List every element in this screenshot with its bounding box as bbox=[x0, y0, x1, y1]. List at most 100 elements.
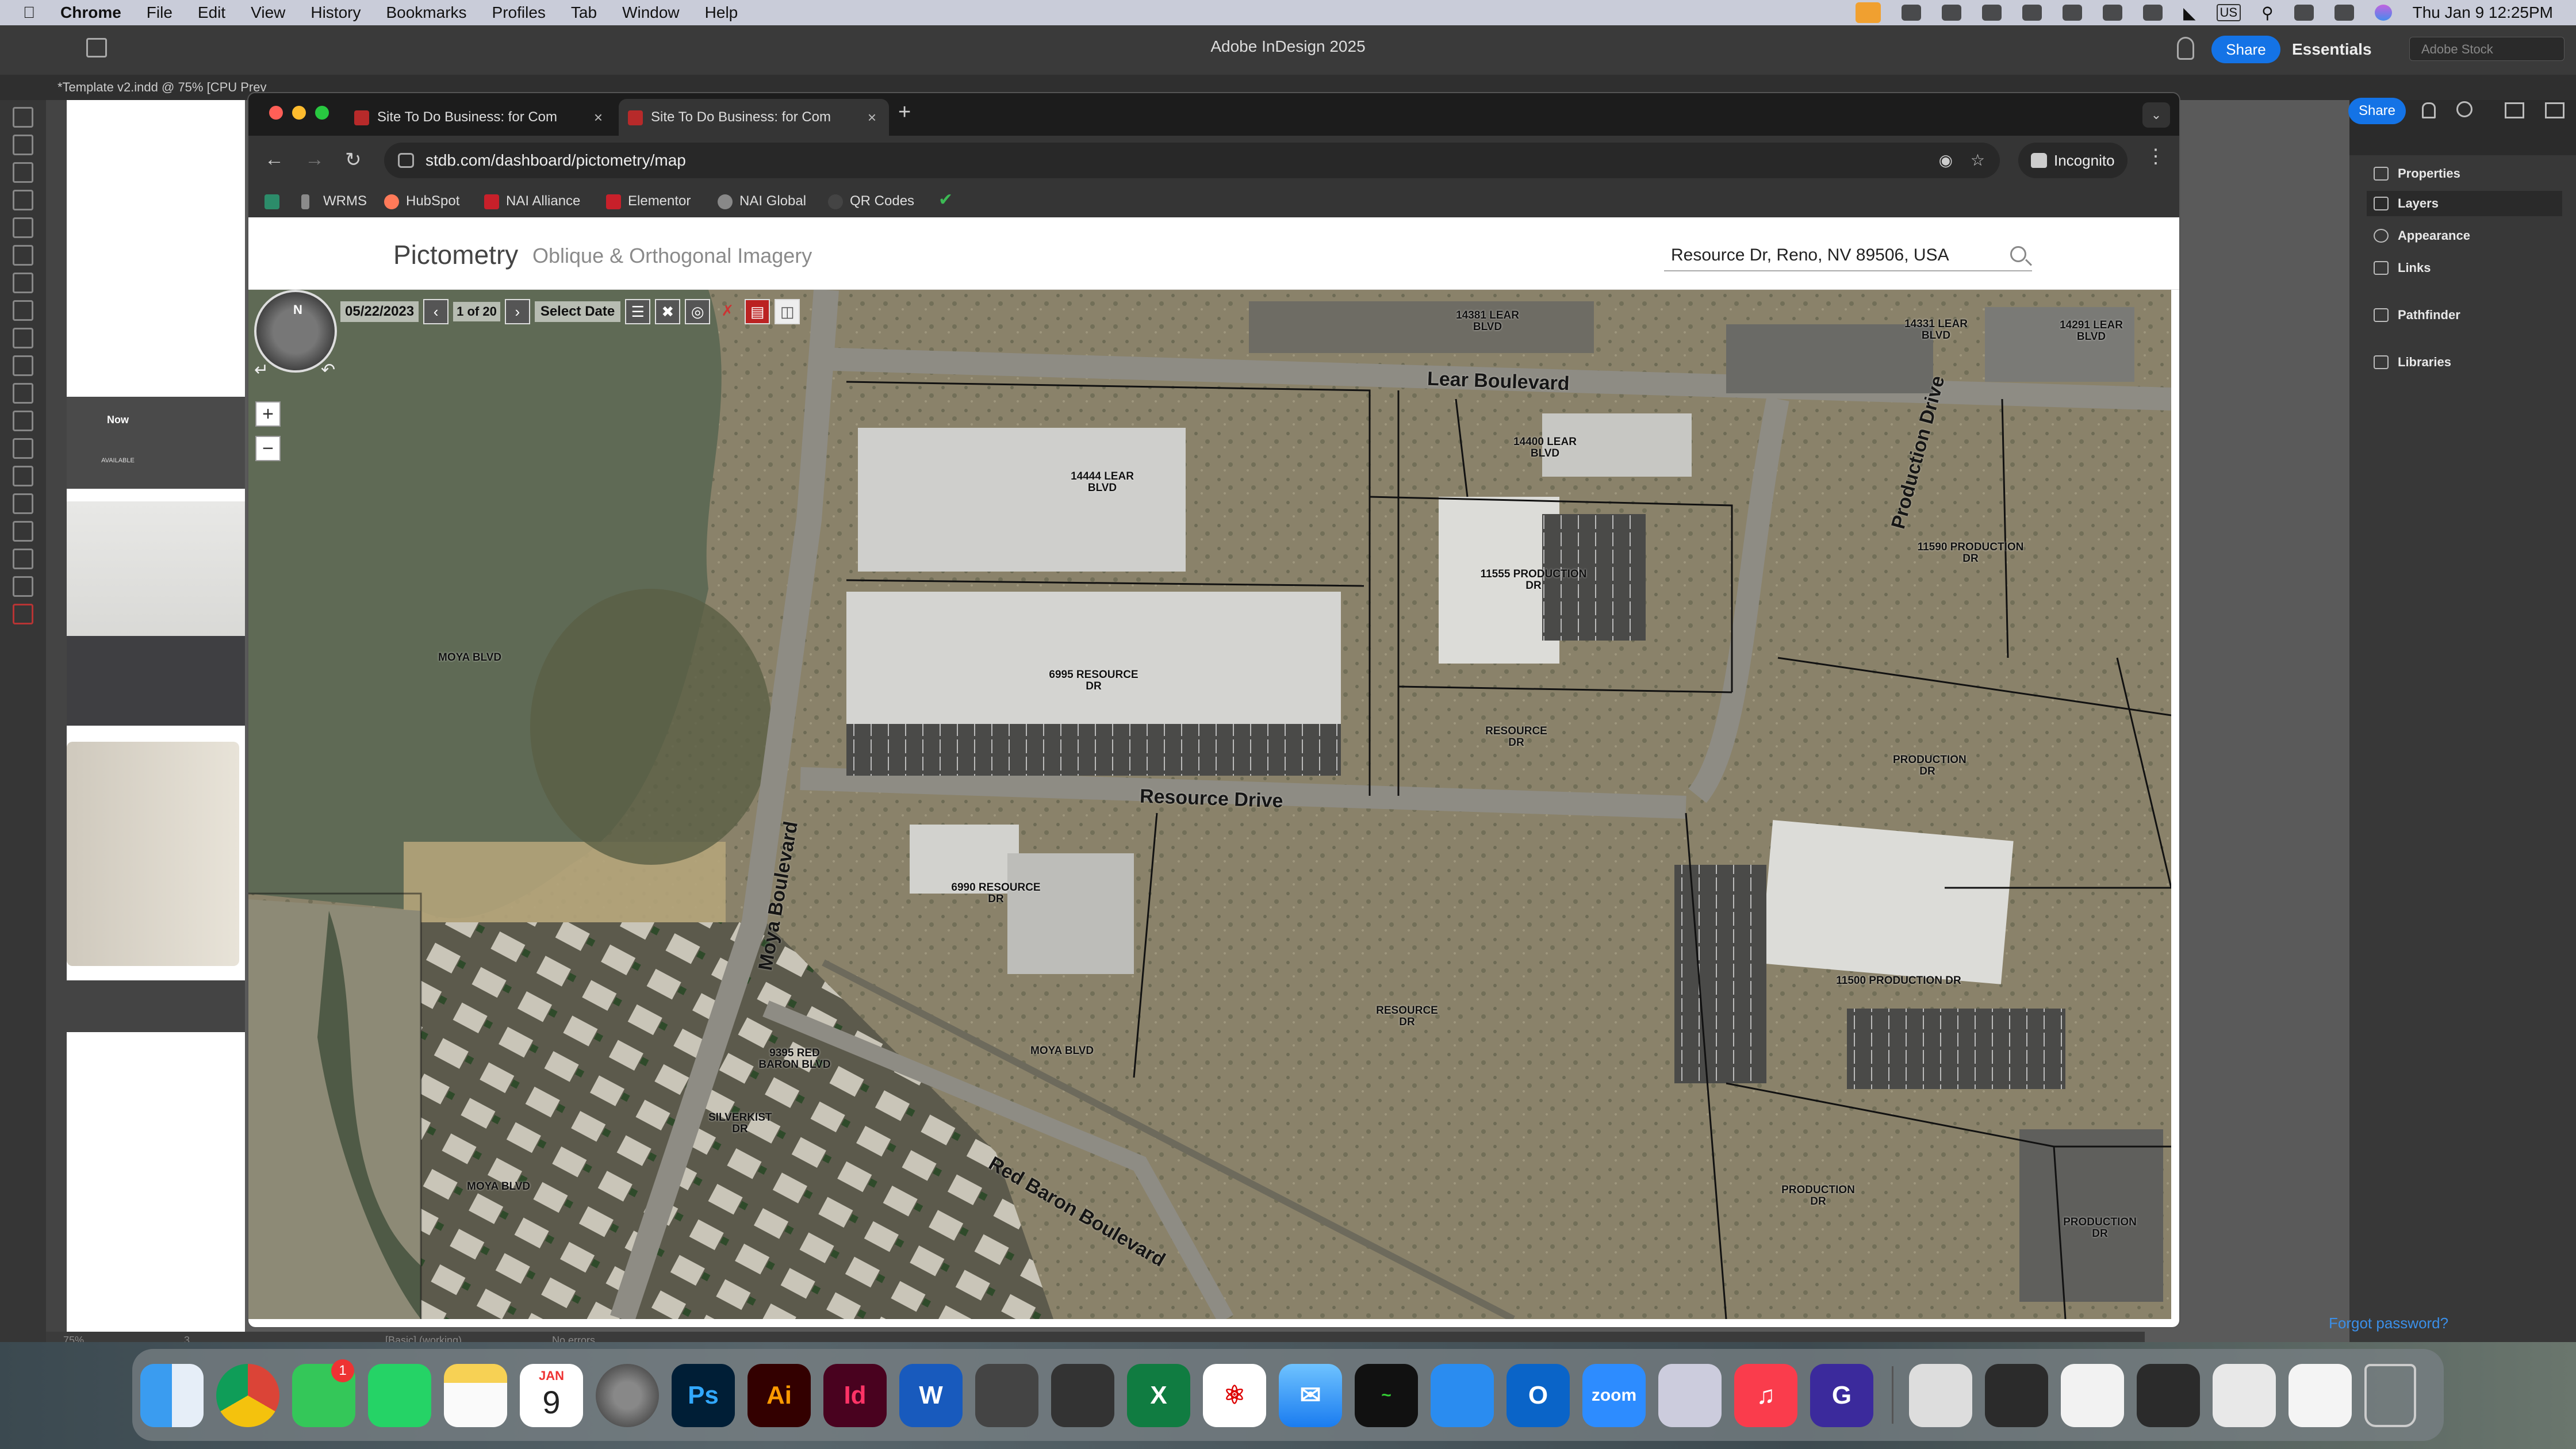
windows-icon[interactable] bbox=[2103, 5, 2122, 21]
select-date-dropdown[interactable]: Select Date bbox=[534, 301, 621, 322]
pencil-tool-icon[interactable] bbox=[13, 328, 33, 348]
menu-profiles[interactable]: Profiles bbox=[492, 3, 546, 22]
new-tab-button[interactable]: + bbox=[898, 100, 911, 125]
play-icon[interactable] bbox=[2294, 5, 2314, 21]
pdf-export-icon[interactable]: ▤ bbox=[745, 299, 770, 324]
compass-control[interactable]: N ↵ ↶ bbox=[254, 290, 337, 379]
panel-share-button[interactable]: Share bbox=[2348, 98, 2406, 124]
forward-button[interactable]: → bbox=[305, 148, 324, 171]
panel-search-icon[interactable] bbox=[2456, 101, 2472, 117]
lightbulb-icon[interactable] bbox=[2177, 37, 2194, 60]
menu-edit[interactable]: Edit bbox=[198, 3, 225, 22]
screen-mirror-icon[interactable] bbox=[2143, 5, 2163, 21]
docs-icon[interactable] bbox=[1431, 1364, 1494, 1427]
site-info-icon[interactable] bbox=[398, 153, 414, 168]
control-center-icon[interactable] bbox=[2334, 5, 2354, 21]
note-tool-icon[interactable] bbox=[13, 493, 33, 514]
drive-icon[interactable] bbox=[2063, 5, 2082, 21]
workspace-switcher[interactable]: Essentials bbox=[2292, 36, 2390, 63]
selection-tool-icon[interactable] bbox=[13, 107, 33, 128]
type-tool-icon[interactable] bbox=[13, 245, 33, 266]
previous-image-button[interactable]: ‹ bbox=[423, 299, 449, 324]
outlook-icon[interactable]: O bbox=[1506, 1364, 1570, 1427]
zoom-in-button[interactable]: + bbox=[255, 401, 281, 427]
bookmark-star-icon[interactable]: ☆ bbox=[1971, 143, 1985, 178]
home-icon[interactable] bbox=[86, 38, 107, 57]
rectangle-tool-icon[interactable] bbox=[13, 383, 33, 404]
minimize-window-icon[interactable] bbox=[292, 106, 306, 120]
calculator-icon[interactable] bbox=[1051, 1364, 1114, 1427]
whatsapp-icon[interactable] bbox=[368, 1364, 431, 1427]
menu-app-name[interactable]: Chrome bbox=[60, 3, 121, 22]
apps-icon[interactable] bbox=[264, 194, 279, 209]
incognito-badge[interactable]: Incognito bbox=[2018, 143, 2128, 178]
close-window-icon[interactable] bbox=[269, 106, 283, 120]
chrome-menu-icon[interactable]: ⋮ bbox=[2146, 145, 2165, 168]
menu-file[interactable]: File bbox=[147, 3, 172, 22]
adobe-stock-search[interactable]: Adobe Stock bbox=[2409, 37, 2564, 61]
measure-icon[interactable]: ◎ bbox=[685, 299, 711, 324]
bookmark-hubspot[interactable]: HubSpot bbox=[384, 190, 459, 213]
hand-tool-icon[interactable] bbox=[13, 549, 33, 569]
layers-icon[interactable]: ☰ bbox=[625, 299, 651, 324]
menu-window[interactable]: Window bbox=[622, 3, 680, 22]
tools-icon[interactable]: ✖ bbox=[655, 299, 681, 324]
close-tab-icon[interactable]: × bbox=[594, 99, 603, 136]
search-icon[interactable]: ⚲ bbox=[2261, 3, 2274, 22]
zoom-app-icon[interactable]: zoom bbox=[1582, 1364, 1646, 1427]
photoshop-icon[interactable]: Ps bbox=[672, 1364, 735, 1427]
gap-tool-icon[interactable] bbox=[13, 190, 33, 210]
notes-icon[interactable] bbox=[444, 1364, 507, 1427]
content-collector-icon[interactable] bbox=[13, 217, 33, 238]
rectangle-frame-tool-icon[interactable] bbox=[13, 355, 33, 376]
siri-icon[interactable] bbox=[2374, 5, 2392, 21]
recent-document-1[interactable] bbox=[1909, 1364, 1972, 1427]
panel-pathfinder[interactable]: Pathfinder bbox=[2367, 302, 2562, 328]
bookmark-qr-codes[interactable]: QR Codes bbox=[828, 190, 914, 213]
address-bar[interactable]: stdb.com/dashboard/pictometry/map ◉ ☆ bbox=[384, 143, 2000, 178]
panel-layers[interactable]: Layers bbox=[2367, 191, 2562, 216]
search-icon[interactable] bbox=[2010, 246, 2026, 262]
excel-icon[interactable]: X bbox=[1127, 1364, 1190, 1427]
checkmark-icon[interactable]: ✔ bbox=[938, 190, 953, 210]
finder-icon[interactable] bbox=[140, 1364, 204, 1427]
recent-document-5[interactable] bbox=[2213, 1364, 2276, 1427]
mail-icon[interactable]: ✉ bbox=[1279, 1364, 1342, 1427]
recent-document-2[interactable] bbox=[1985, 1364, 2048, 1427]
menu-view[interactable]: View bbox=[251, 3, 285, 22]
input-source-label[interactable]: US bbox=[2216, 4, 2241, 21]
panel-properties[interactable]: Properties bbox=[2367, 161, 2562, 186]
music-icon[interactable]: ♫ bbox=[1734, 1364, 1797, 1427]
bookmark-elementor[interactable]: Elementor bbox=[606, 190, 691, 213]
panel-links[interactable]: Links bbox=[2367, 255, 2562, 281]
illustrator-icon[interactable]: Ai bbox=[747, 1364, 811, 1427]
scissors-tool-icon[interactable] bbox=[13, 411, 33, 431]
menu-tab[interactable]: Tab bbox=[571, 3, 597, 22]
menu-history[interactable]: History bbox=[310, 3, 361, 22]
indesign-share-button[interactable]: Share bbox=[2211, 36, 2280, 63]
panel-appearance[interactable]: Appearance bbox=[2367, 223, 2562, 248]
word-icon[interactable]: W bbox=[899, 1364, 963, 1427]
page-tool-icon[interactable] bbox=[13, 162, 33, 183]
apple-icon[interactable]:  bbox=[23, 3, 35, 22]
rotate-left-icon[interactable]: ↵ bbox=[254, 360, 269, 380]
tab-search-button[interactable]: ⌄ bbox=[2142, 102, 2170, 128]
eye-off-icon[interactable]: ◉ bbox=[1939, 143, 1953, 178]
rotate-right-icon[interactable]: ↶ bbox=[321, 360, 335, 380]
activity-monitor-icon[interactable]: ~ bbox=[1355, 1364, 1418, 1427]
wifi-icon[interactable]: ◣ bbox=[2183, 3, 2196, 22]
menu-bookmarks[interactable]: Bookmarks bbox=[386, 3, 466, 22]
clock[interactable]: Thu Jan 9 12:25PM bbox=[2413, 3, 2553, 22]
gradient-tool-icon[interactable] bbox=[13, 466, 33, 486]
line-tool-icon[interactable] bbox=[13, 273, 33, 293]
recent-document-6[interactable] bbox=[2288, 1364, 2352, 1427]
notifications-icon[interactable] bbox=[2422, 102, 2436, 118]
sync-icon[interactable] bbox=[1982, 5, 2002, 21]
eyedropper-tool-icon[interactable] bbox=[13, 521, 33, 542]
aerial-map[interactable]: Lear Boulevard Resource Drive Production… bbox=[248, 290, 2171, 1319]
transform-tool-icon[interactable] bbox=[13, 438, 33, 459]
acrobat-icon[interactable]: ⚛ bbox=[1203, 1364, 1266, 1427]
pen-tool-icon[interactable] bbox=[13, 300, 33, 321]
trash-icon[interactable] bbox=[2364, 1364, 2416, 1427]
zoom-window-icon[interactable] bbox=[315, 106, 329, 120]
